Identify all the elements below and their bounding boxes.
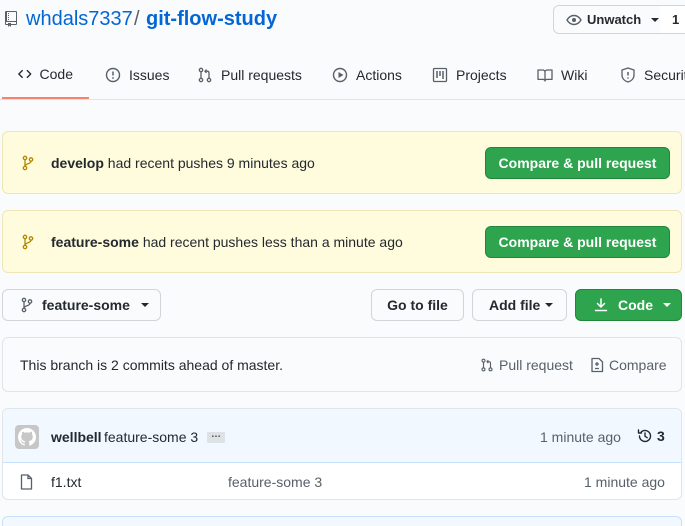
tab-label: Projects (456, 66, 507, 83)
tab-label: Actions (356, 66, 402, 83)
unwatch-button[interactable]: Unwatch (553, 5, 661, 34)
push-message: develop had recent pushes 9 minutes ago (51, 155, 315, 171)
eye-icon (566, 14, 582, 25)
pull-request-link[interactable]: Pull request (480, 357, 573, 373)
tab-label: Issues (129, 66, 170, 83)
push-message: feature-some had recent pushes less than… (51, 234, 403, 250)
commit-time[interactable]: 1 minute ago (540, 429, 621, 445)
repo-icon (5, 11, 17, 27)
tab-label: Code (39, 65, 73, 82)
branch-ahead-text: This branch is 2 commits ahead of master… (20, 357, 283, 373)
recent-push-banner: develop had recent pushes 9 minutes ago … (2, 131, 682, 194)
chevron-down-icon (140, 303, 149, 307)
pull-request-icon (481, 358, 493, 372)
tab-wiki[interactable]: Wiki (537, 50, 587, 99)
file-browser: wellbell feature-some 3 … 1 minute ago 3… (2, 408, 682, 500)
code-icon (18, 69, 32, 78)
tab-projects[interactable]: Projects (432, 50, 507, 99)
avatar[interactable] (15, 425, 39, 449)
tab-issues[interactable]: Issues (105, 50, 169, 99)
code-button-label: Code (618, 297, 653, 313)
book-icon (537, 68, 553, 82)
watch-count[interactable]: 1 (660, 5, 685, 34)
tab-label: Security (644, 66, 685, 83)
repo-header: whdals7337 / git-flow-study Unwatch 1 (0, 0, 685, 38)
commit-author[interactable]: wellbell (51, 429, 102, 445)
tab-pull-requests[interactable]: Pull requests (197, 50, 302, 99)
repo-name-link[interactable]: git-flow-study (146, 8, 277, 31)
unwatch-label: Unwatch (587, 12, 642, 27)
diff-icon (591, 357, 604, 373)
push-message-text: had recent pushes less than a minute ago (142, 234, 403, 250)
push-message-text: had recent pushes 9 minutes ago (107, 155, 315, 171)
code-download-button[interactable]: Code (575, 289, 682, 321)
latest-commit-header: wellbell feature-some 3 … 1 minute ago 3 (3, 409, 681, 463)
github-mark-icon (18, 428, 36, 446)
repo-nav-tabs: Code Issues Pull requests Actions Projec… (0, 50, 685, 100)
push-branch-name[interactable]: feature-some (51, 234, 139, 250)
history-icon (637, 429, 652, 443)
tab-label: Pull requests (221, 66, 302, 83)
project-icon (432, 67, 448, 82)
issue-icon (105, 67, 121, 82)
chevron-down-icon (651, 17, 660, 22)
go-to-file-button[interactable]: Go to file (371, 289, 464, 321)
play-icon (332, 67, 348, 82)
expand-commit-button[interactable]: … (207, 430, 225, 443)
compare-pull-request-button[interactable]: Compare & pull request (485, 226, 670, 258)
branch-status-box: This branch is 2 commits ahead of master… (2, 337, 682, 392)
repo-separator: / (134, 8, 140, 30)
tab-security[interactable]: Security (620, 50, 685, 99)
compare-link-label: Compare (609, 357, 667, 373)
add-file-button[interactable]: Add file (472, 289, 567, 321)
chevron-down-icon (545, 303, 554, 307)
git-branch-icon (21, 297, 33, 313)
repo-owner-link[interactable]: whdals7337 (26, 8, 133, 31)
tab-code[interactable]: Code (2, 50, 89, 99)
file-commit-time: 1 minute ago (584, 474, 665, 490)
tab-label: Wiki (561, 66, 588, 83)
commit-count: 3 (657, 428, 665, 444)
tab-actions[interactable]: Actions (332, 50, 402, 99)
table-row: f1.txt feature-some 3 1 minute ago (3, 463, 681, 499)
chevron-down-icon (663, 303, 671, 307)
file-name-link[interactable]: f1.txt (51, 474, 81, 490)
pull-request-icon (198, 67, 212, 82)
git-branch-icon (22, 234, 34, 250)
add-file-label: Add file (489, 297, 541, 313)
file-icon (20, 474, 33, 490)
readme-header (2, 516, 682, 526)
commit-message[interactable]: feature-some 3 (104, 429, 198, 445)
download-icon (594, 298, 608, 312)
pull-request-link-label: Pull request (499, 357, 573, 373)
shield-icon (621, 66, 635, 83)
file-commit-message[interactable]: feature-some 3 (228, 474, 322, 490)
branch-select-button[interactable]: feature-some (2, 289, 161, 321)
recent-push-banner: feature-some had recent pushes less than… (2, 210, 682, 273)
compare-link[interactable]: Compare (590, 357, 667, 373)
current-branch-label: feature-some (42, 297, 130, 313)
push-branch-name[interactable]: develop (51, 155, 104, 171)
git-branch-icon (22, 155, 34, 171)
commit-history-link[interactable]: 3 (637, 428, 665, 444)
compare-pull-request-button[interactable]: Compare & pull request (485, 147, 670, 179)
